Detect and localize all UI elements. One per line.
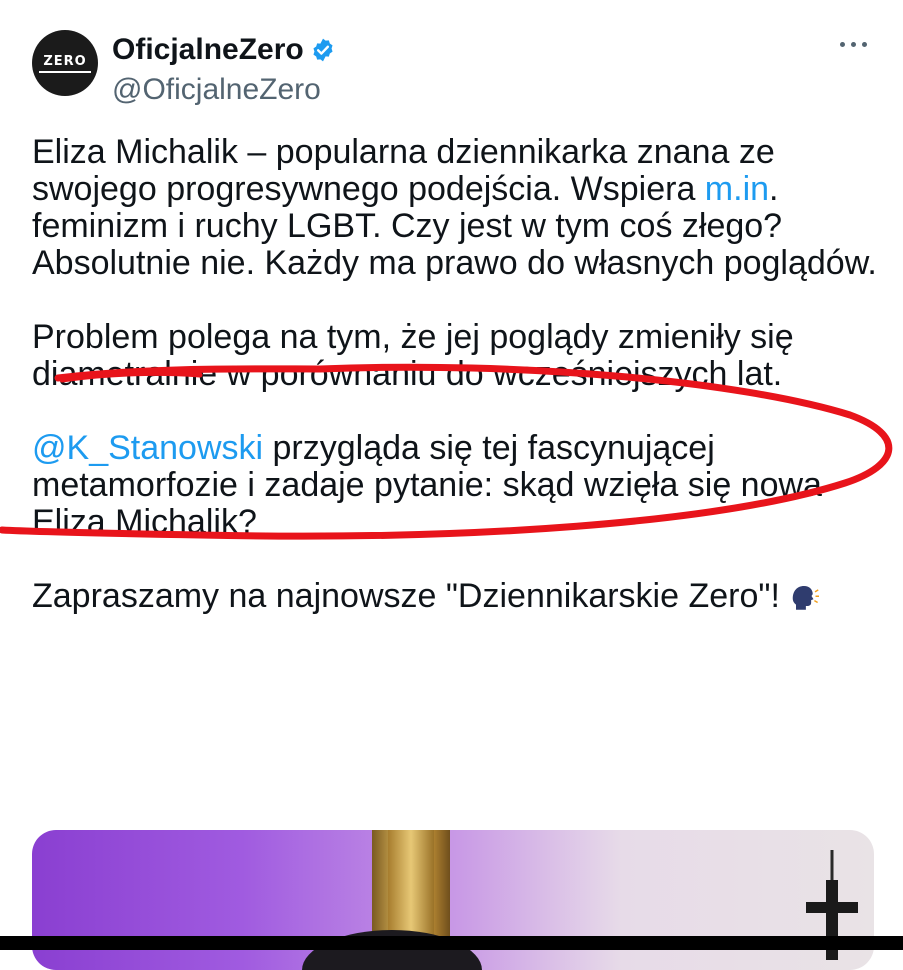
avatar[interactable]: ZERO <box>32 30 98 96</box>
avatar-logo-text: ZERO <box>43 54 87 69</box>
author-handle[interactable]: @OficjalneZero <box>112 72 321 108</box>
crucifix-pendant <box>806 850 858 960</box>
more-options-icon[interactable] <box>840 42 868 52</box>
cropped-heading <box>0 0 903 8</box>
paragraph-4-text: Zapraszamy na najnowsze "Dziennikarskie … <box>32 577 780 615</box>
paragraph-3: @K_Stanowski przygląda się tej fascynują… <box>32 430 882 541</box>
paragraph-4: Zapraszamy na najnowsze "Dziennikarskie … <box>32 578 882 615</box>
tweet-text: Eliza Michalik – popularna dziennikarka … <box>32 134 882 615</box>
speaking-head-emoji <box>793 586 820 610</box>
author-display-name[interactable]: OficjalneZero <box>112 32 304 68</box>
avatar-logo-bar <box>39 71 91 73</box>
link-min[interactable]: m.in <box>705 170 769 208</box>
bottom-screen-bar <box>0 936 903 950</box>
paragraph-1: Eliza Michalik – popularna dziennikarka … <box>32 134 882 282</box>
verified-badge-icon <box>313 38 333 62</box>
tweet-header: ZERO OficjalneZero @OficjalneZero <box>32 30 872 110</box>
name-row: OficjalneZero <box>112 32 336 68</box>
mention-k-stanowski[interactable]: @K_Stanowski <box>32 429 263 467</box>
paragraph-1-text: Eliza Michalik – popularna dziennikarka … <box>32 133 775 208</box>
paragraph-2: Problem polega na tym, że jej poglądy zm… <box>32 318 794 393</box>
